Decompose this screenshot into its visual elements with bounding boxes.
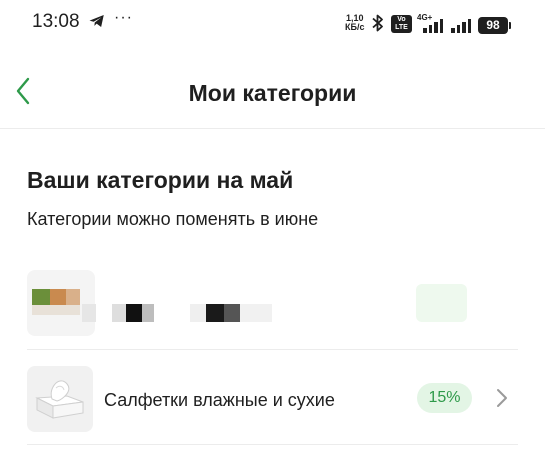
censored-pixel — [142, 304, 154, 322]
battery-icon: 98 — [478, 17, 511, 34]
censored-pixel — [50, 289, 66, 305]
censored-pixel — [126, 304, 142, 322]
app-header: Мои категории — [0, 60, 545, 128]
header-divider — [0, 128, 545, 129]
censored-badge — [416, 284, 467, 322]
net-speed-unit: КБ/с — [345, 22, 365, 32]
censored-pixel — [206, 304, 224, 322]
signal-sim2-icon — [450, 13, 474, 33]
status-time: 13:08 — [32, 11, 80, 32]
volte-bottom: LTE — [395, 24, 408, 31]
censored-pixel — [66, 289, 80, 305]
cashback-badge: 15% — [417, 383, 472, 413]
censored-pixel — [112, 304, 126, 322]
telegram-icon — [89, 15, 104, 27]
censored-pixel — [224, 304, 240, 322]
section-subtitle: Категории можно поменять в июне — [27, 209, 319, 229]
censored-pixel — [190, 304, 206, 322]
row-divider — [27, 349, 518, 350]
network-speed: 1,10 КБ/с — [345, 14, 364, 32]
category-row-napkins[interactable]: Салфетки влажные и сухие 15% — [27, 366, 518, 432]
censored-pixel — [32, 289, 50, 305]
napkins-icon — [35, 380, 84, 419]
signal-sim1-icon: 4G+ — [417, 13, 445, 33]
volte-icon: Vo LTE — [391, 15, 412, 33]
censored-pixel — [82, 304, 96, 322]
bluetooth-icon — [372, 14, 383, 32]
more-notifications-icon: ··· — [114, 9, 133, 26]
section-title: Ваши категории на май — [27, 167, 294, 193]
category-thumbnail — [27, 366, 93, 432]
censored-pixel — [240, 304, 272, 322]
status-bar: 13:08 ··· 1,10 КБ/с Vo LTE 4G+ 98 — [0, 0, 545, 44]
chevron-right-icon — [497, 389, 507, 407]
battery-level: 98 — [486, 18, 500, 32]
censored-category-row[interactable] — [27, 270, 517, 340]
censored-pixel — [32, 305, 80, 315]
row-divider — [27, 444, 518, 445]
category-name: Салфетки влажные и сухие — [104, 390, 335, 410]
volte-top: Vo — [397, 16, 406, 23]
page-title: Мои категории — [188, 80, 357, 106]
